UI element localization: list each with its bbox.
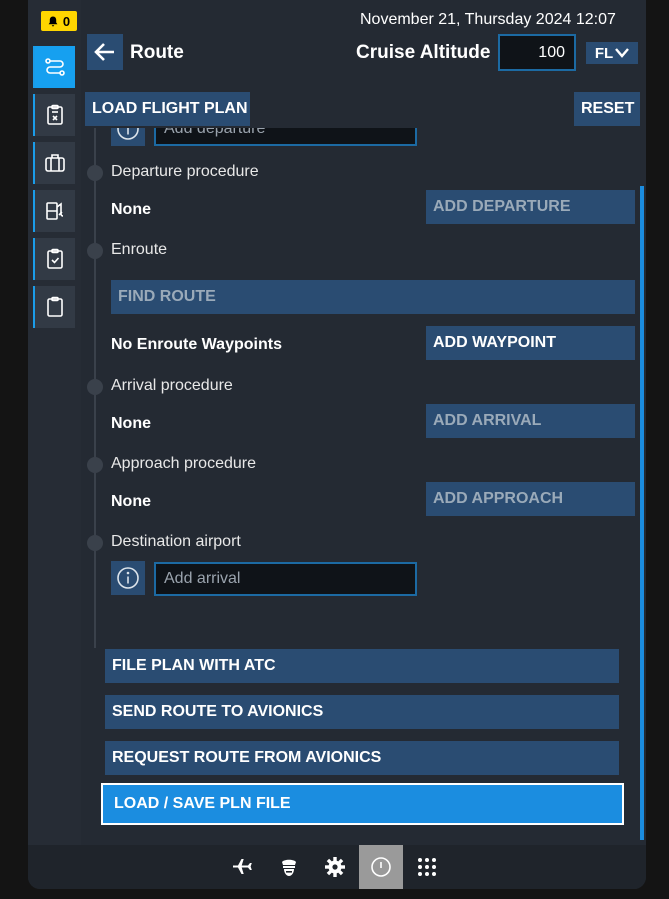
add-approach-button[interactable]: ADD APPROACH <box>426 482 635 516</box>
bell-icon <box>48 16 58 26</box>
departure-procedure-value: None <box>111 201 151 218</box>
timeline-dot <box>87 457 103 473</box>
find-route-button[interactable]: FIND ROUTE <box>111 280 635 314</box>
route-panel: Add departure Departure procedure None A… <box>81 128 644 845</box>
cruise-altitude-input[interactable]: 100 <box>498 34 576 71</box>
airplane-icon <box>233 859 252 874</box>
pilot-icon <box>282 859 296 876</box>
file-plan-atc-button[interactable]: FILE PLAN WITH ATC <box>105 649 619 683</box>
back-button[interactable] <box>87 34 123 70</box>
arrival-procedure-value: None <box>111 415 151 432</box>
add-departure-button[interactable]: ADD DEPARTURE <box>426 190 635 224</box>
rail-fuel-button[interactable] <box>33 190 75 232</box>
apps-grid-icon <box>418 858 436 876</box>
destination-info-button[interactable] <box>111 561 145 595</box>
rail-checklist-done-button[interactable] <box>33 238 75 280</box>
enroute-label: Enroute <box>111 241 168 258</box>
aircraft-button[interactable] <box>221 845 265 889</box>
cruise-altitude-label: Cruise Altitude <box>356 42 491 63</box>
route-icon <box>45 58 65 76</box>
load-save-pln-button[interactable]: LOAD / SAVE PLN FILE <box>101 783 624 825</box>
altitude-unit-value: FL <box>594 44 614 62</box>
load-flight-plan-button[interactable]: LOAD FLIGHT PLAN <box>85 92 250 126</box>
altitude-unit-select[interactable]: FL <box>586 42 638 64</box>
destination-airport-label: Destination airport <box>111 533 241 550</box>
timeline-dot <box>87 535 103 551</box>
page-title: Route <box>130 42 184 63</box>
bottom-bar <box>28 845 646 889</box>
rail-route-button[interactable] <box>33 46 75 88</box>
apps-button[interactable] <box>405 845 449 889</box>
notification-badge[interactable]: 0 <box>41 11 77 31</box>
add-waypoint-button[interactable]: ADD WAYPOINT <box>426 326 635 360</box>
rail-notes-button[interactable] <box>33 286 75 328</box>
add-arrival-button[interactable]: ADD ARRIVAL <box>426 404 635 438</box>
timeline-dot <box>87 379 103 395</box>
left-rail: 0 <box>28 0 81 845</box>
departure-procedure-label: Departure procedure <box>111 163 259 180</box>
pilot-button[interactable] <box>267 845 311 889</box>
rail-payload-button[interactable] <box>33 142 75 184</box>
info-icon <box>117 567 139 589</box>
timeline-dot <box>87 243 103 259</box>
fuel-icon <box>46 202 64 220</box>
approach-procedure-label: Approach procedure <box>111 455 256 472</box>
reset-button[interactable]: RESET <box>574 92 640 126</box>
arrow-left-icon <box>94 43 114 61</box>
destination-airport-input[interactable]: Add arrival <box>154 562 417 596</box>
chevron-down-icon <box>615 48 630 58</box>
clipboard-icon <box>47 296 63 317</box>
power-button[interactable] <box>359 845 403 889</box>
scrollbar[interactable] <box>640 186 644 840</box>
send-route-avionics-button[interactable]: SEND ROUTE TO AVIONICS <box>105 695 619 729</box>
info-icon <box>117 128 139 140</box>
approach-procedure-value: None <box>111 493 151 510</box>
clipboard-check-icon <box>47 248 63 269</box>
request-route-avionics-button[interactable]: REQUEST ROUTE FROM AVIONICS <box>105 741 619 775</box>
gear-icon <box>325 857 345 877</box>
enroute-waypoints-value: No Enroute Waypoints <box>111 336 282 353</box>
departure-airport-input[interactable]: Add departure <box>154 128 417 146</box>
power-icon <box>371 857 391 877</box>
departure-info-button[interactable] <box>111 128 145 146</box>
checklist-x-icon <box>47 104 63 125</box>
timeline-dot <box>87 165 103 181</box>
arrival-procedure-label: Arrival procedure <box>111 377 233 394</box>
rail-checklist-button[interactable] <box>33 94 75 136</box>
notification-count: 0 <box>62 13 71 29</box>
datetime: November 21, Thursday 2024 12:07 <box>360 11 616 28</box>
efb-device: 0 November 21, Thursday 2024 12:07 Route… <box>28 0 646 889</box>
briefcase-icon <box>45 154 65 172</box>
settings-button[interactable] <box>313 845 357 889</box>
